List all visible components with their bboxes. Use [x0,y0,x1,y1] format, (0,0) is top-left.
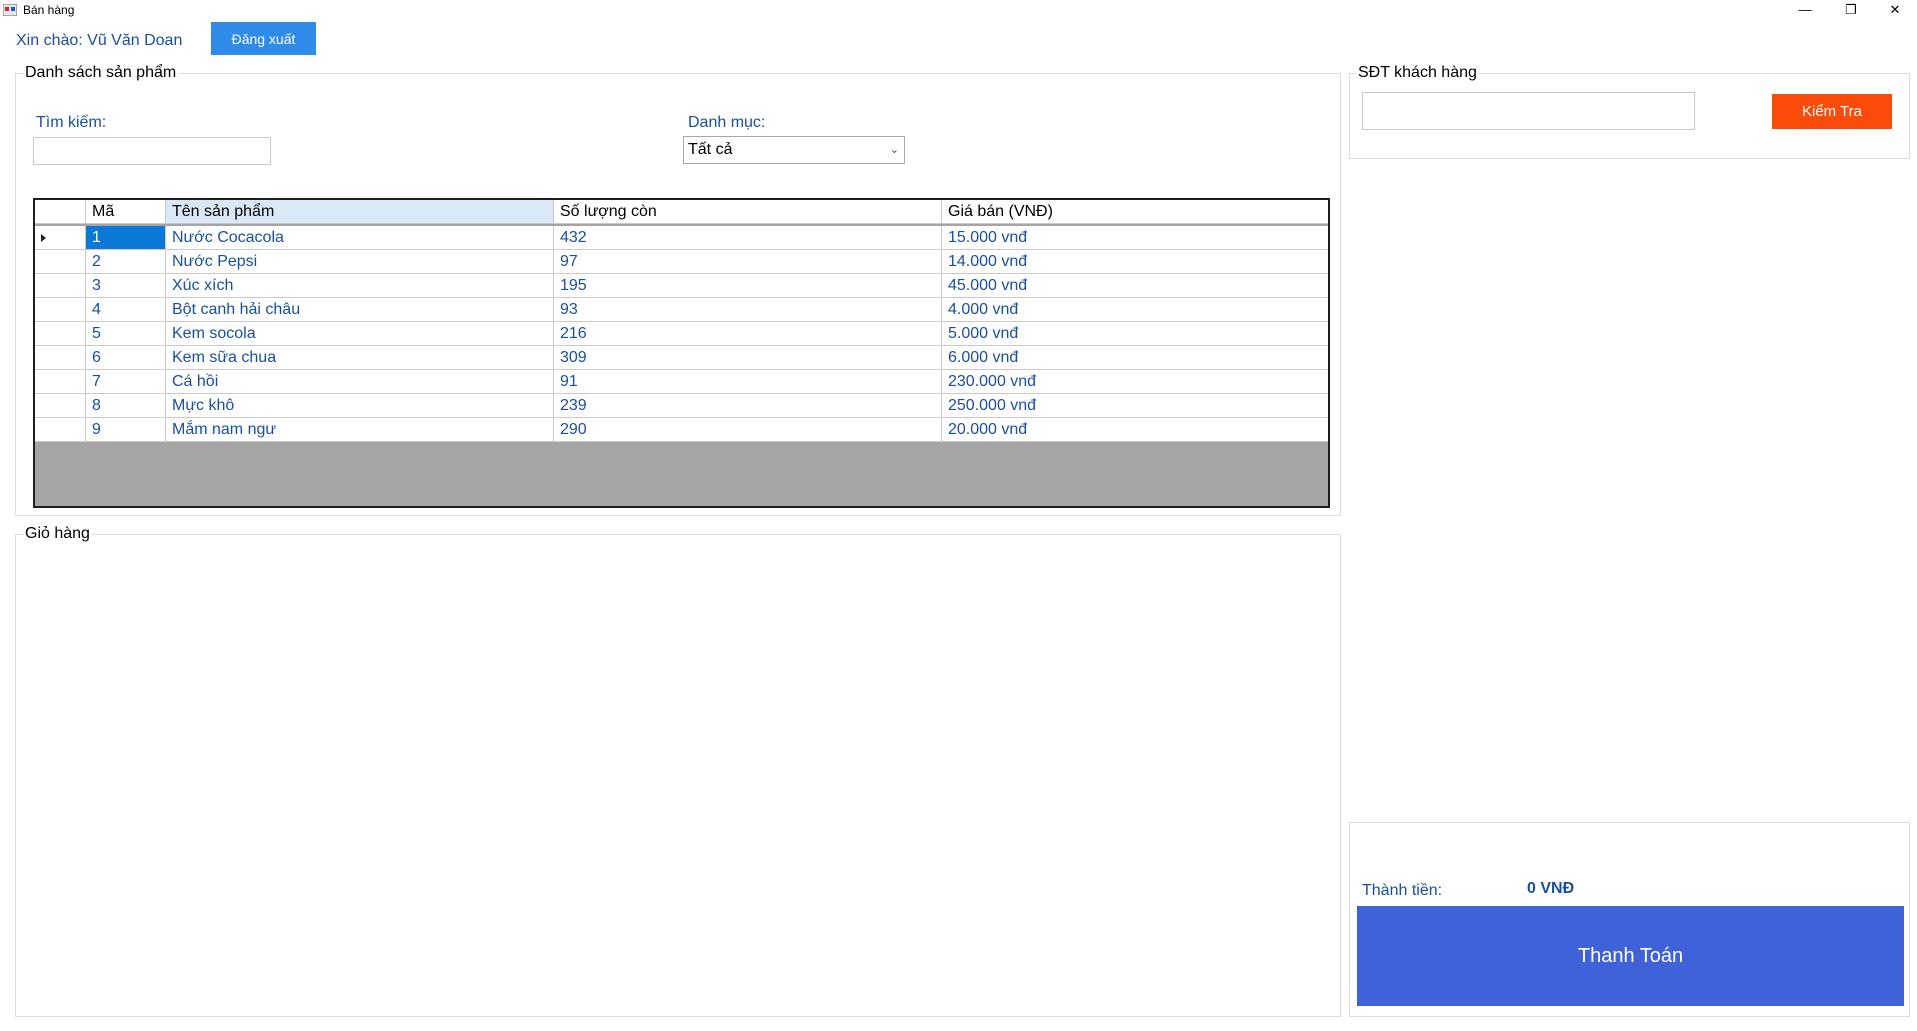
cell-id[interactable]: 7 [86,370,166,394]
column-header-id[interactable]: Mã [86,200,166,224]
cell-name[interactable]: Mực khô [166,394,554,418]
cart-group [15,534,1341,1017]
category-selected-value: Tất cả [688,141,733,158]
row-header[interactable] [35,322,86,346]
cell-id[interactable]: 2 [86,250,166,274]
row-header[interactable] [35,346,86,370]
table-row[interactable]: 9 Mắm nam ngư 290 20.000 vnđ [35,418,1328,442]
cell-qty[interactable]: 239 [554,394,942,418]
close-button[interactable]: ✕ [1872,0,1917,21]
table-header: Mã Tên sản phẩm Số lượng còn Giá bán (VN… [35,200,1328,224]
cell-id[interactable]: 4 [86,298,166,322]
cell-price[interactable]: 250.000 vnđ [942,394,1328,418]
category-label: Danh mục: [688,114,766,131]
product-list-title: Danh sách sản phẩm [23,63,179,83]
cell-id[interactable]: 1 [86,226,166,250]
current-row-arrow-icon [41,234,46,242]
cell-qty[interactable]: 91 [554,370,942,394]
category-select[interactable]: Tất cả ⌄ [683,136,905,164]
product-table[interactable]: Mã Tên sản phẩm Số lượng còn Giá bán (VN… [33,198,1330,508]
table-row[interactable]: 3 Xúc xích 195 45.000 vnđ [35,274,1328,298]
table-row[interactable]: 6 Kem sữa chua 309 6.000 vnđ [35,346,1328,370]
cell-id[interactable]: 3 [86,274,166,298]
pay-button[interactable]: Thanh Toán [1357,906,1904,1006]
cell-qty[interactable]: 432 [554,226,942,250]
maximize-button[interactable]: ❐ [1828,0,1874,21]
cart-title: Giỏ hàng [23,524,92,544]
phone-input[interactable] [1362,92,1695,130]
cell-qty[interactable]: 97 [554,250,942,274]
cell-price[interactable]: 4.000 vnđ [942,298,1328,322]
table-row[interactable]: 7 Cá hồi 91 230.000 vnđ [35,370,1328,394]
table-row[interactable]: 1 Nước Cocacola 432 15.000 vnđ [35,226,1328,250]
table-row[interactable]: 4 Bột canh hải châu 93 4.000 vnđ [35,298,1328,322]
row-header-corner [35,200,86,224]
row-header[interactable] [35,274,86,298]
window-titlebar: Bán hàng — ❐ ✕ [0,0,1917,21]
row-header[interactable] [35,250,86,274]
cell-name[interactable]: Kem socola [166,322,554,346]
cell-name[interactable]: Nước Pepsi [166,250,554,274]
cell-qty[interactable]: 93 [554,298,942,322]
cell-price[interactable]: 230.000 vnđ [942,370,1328,394]
column-header-name[interactable]: Tên sản phẩm [166,200,554,224]
cell-price[interactable]: 20.000 vnđ [942,418,1328,442]
total-value: 0 VNĐ [1527,880,1575,897]
logout-button[interactable]: Đăng xuất [211,22,316,55]
row-header[interactable] [35,370,86,394]
row-header[interactable] [35,226,86,250]
cell-price[interactable]: 14.000 vnđ [942,250,1328,274]
cell-name[interactable]: Xúc xích [166,274,554,298]
customer-phone-title: SĐT khách hàng [1356,63,1479,83]
minimize-button[interactable]: — [1782,0,1828,21]
row-header[interactable] [35,298,86,322]
cell-id[interactable]: 9 [86,418,166,442]
cell-id[interactable]: 5 [86,322,166,346]
app-icon [3,4,17,16]
cell-price[interactable]: 5.000 vnđ [942,322,1328,346]
row-header[interactable] [35,394,86,418]
table-row[interactable]: 2 Nước Pepsi 97 14.000 vnđ [35,250,1328,274]
cell-qty[interactable]: 290 [554,418,942,442]
cell-price[interactable]: 15.000 vnđ [942,226,1328,250]
cell-price[interactable]: 45.000 vnđ [942,274,1328,298]
cell-price[interactable]: 6.000 vnđ [942,346,1328,370]
cell-qty[interactable]: 309 [554,346,942,370]
total-label: Thành tiền: [1362,882,1443,899]
chevron-down-icon: ⌄ [889,144,899,156]
cell-name[interactable]: Cá hồi [166,370,554,394]
table-row[interactable]: 8 Mực khô 239 250.000 vnđ [35,394,1328,418]
cell-id[interactable]: 8 [86,394,166,418]
column-header-qty[interactable]: Số lượng còn [554,200,942,224]
row-header[interactable] [35,418,86,442]
column-header-price[interactable]: Giá bán (VNĐ) [942,200,1328,224]
cell-name[interactable]: Bột canh hải châu [166,298,554,322]
cell-name[interactable]: Kem sữa chua [166,346,554,370]
greeting-label: Xin chào: Vũ Văn Doan [16,32,183,49]
check-customer-button[interactable]: Kiểm Tra [1772,94,1892,129]
cell-qty[interactable]: 195 [554,274,942,298]
table-row[interactable]: 5 Kem socola 216 5.000 vnđ [35,322,1328,346]
cell-qty[interactable]: 216 [554,322,942,346]
cell-name[interactable]: Nước Cocacola [166,226,554,250]
cell-name[interactable]: Mắm nam ngư [166,418,554,442]
cell-id[interactable]: 6 [86,346,166,370]
window-title: Bán hàng [23,3,75,17]
search-label: Tìm kiếm: [36,114,107,131]
search-input[interactable] [33,137,271,165]
